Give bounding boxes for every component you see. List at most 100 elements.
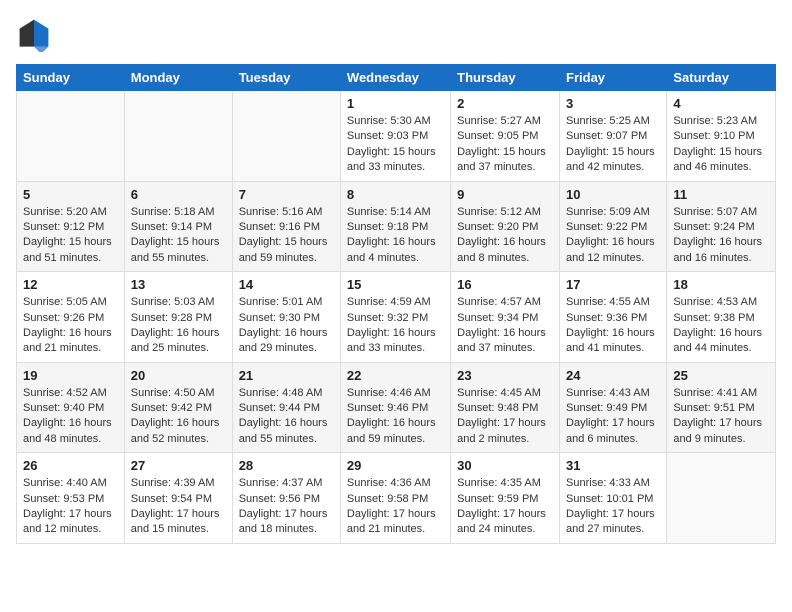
day-number: 30	[457, 458, 553, 473]
day-info-line: and 42 minutes.	[566, 160, 660, 175]
day-of-week-header: Tuesday	[232, 65, 340, 91]
day-info-line: and 37 minutes.	[457, 160, 553, 175]
calendar-cell: 28Sunrise: 4:37 AMSunset: 9:56 PMDayligh…	[232, 453, 340, 544]
day-info-line: Sunset: 9:44 PM	[239, 401, 334, 416]
day-info-line: Sunset: 9:46 PM	[347, 401, 444, 416]
day-number: 22	[347, 368, 444, 383]
day-of-week-header: Friday	[560, 65, 667, 91]
day-info-line: and 33 minutes.	[347, 160, 444, 175]
day-info-line: and 21 minutes.	[23, 341, 118, 356]
calendar-cell: 11Sunrise: 5:07 AMSunset: 9:24 PMDayligh…	[667, 181, 776, 272]
day-info-line: Sunset: 9:28 PM	[131, 311, 226, 326]
day-number: 2	[457, 96, 553, 111]
day-info-line: and 51 minutes.	[23, 251, 118, 266]
day-info-line: Sunrise: 4:36 AM	[347, 476, 444, 491]
day-number: 26	[23, 458, 118, 473]
day-info-line: and 15 minutes.	[131, 522, 226, 537]
calendar-week-row: 26Sunrise: 4:40 AMSunset: 9:53 PMDayligh…	[17, 453, 776, 544]
day-number: 10	[566, 187, 660, 202]
logo-icon	[16, 16, 52, 52]
day-info-line: Sunrise: 5:07 AM	[673, 205, 769, 220]
day-info-line: and 16 minutes.	[673, 251, 769, 266]
day-info-line: Sunrise: 5:23 AM	[673, 114, 769, 129]
day-info-line: Sunset: 9:36 PM	[566, 311, 660, 326]
day-info-line: Sunset: 9:40 PM	[23, 401, 118, 416]
calendar-cell	[667, 453, 776, 544]
day-info-line: Daylight: 16 hours	[566, 326, 660, 341]
calendar-cell: 6Sunrise: 5:18 AMSunset: 9:14 PMDaylight…	[124, 181, 232, 272]
calendar-cell: 31Sunrise: 4:33 AMSunset: 10:01 PMDaylig…	[560, 453, 667, 544]
day-info-line: Sunset: 9:51 PM	[673, 401, 769, 416]
logo	[16, 16, 56, 52]
day-info-line: Sunset: 9:20 PM	[457, 220, 553, 235]
day-info-line: Sunset: 9:48 PM	[457, 401, 553, 416]
day-info-line: Sunset: 9:59 PM	[457, 492, 553, 507]
day-info-line: Daylight: 15 hours	[239, 235, 334, 250]
day-info-line: Sunrise: 5:27 AM	[457, 114, 553, 129]
day-info-line: Daylight: 16 hours	[239, 326, 334, 341]
day-info-line: Sunset: 10:01 PM	[566, 492, 660, 507]
calendar-cell: 14Sunrise: 5:01 AMSunset: 9:30 PMDayligh…	[232, 272, 340, 363]
day-number: 23	[457, 368, 553, 383]
day-info-line: and 8 minutes.	[457, 251, 553, 266]
day-info-line: Sunrise: 4:41 AM	[673, 386, 769, 401]
day-info-line: Daylight: 15 hours	[566, 145, 660, 160]
day-info-line: Sunrise: 5:03 AM	[131, 295, 226, 310]
day-info-line: Daylight: 16 hours	[239, 416, 334, 431]
day-info-line: Sunrise: 4:35 AM	[457, 476, 553, 491]
calendar-cell: 17 Sunrise: 4:55 AMSunset: 9:36 PMDayligh…	[560, 272, 667, 363]
day-of-week-header: Sunday	[17, 65, 125, 91]
day-info-line: Sunset: 9:38 PM	[673, 311, 769, 326]
day-info-line: Sunrise: 4:53 AM	[673, 295, 769, 310]
day-info-line: Sunset: 9:22 PM	[566, 220, 660, 235]
day-info-line: Sunrise: 4:48 AM	[239, 386, 334, 401]
day-info-line: Daylight: 15 hours	[347, 145, 444, 160]
calendar-cell: 10Sunrise: 5:09 AMSunset: 9:22 PMDayligh…	[560, 181, 667, 272]
day-info-line: Daylight: 16 hours	[457, 326, 553, 341]
day-number: 11	[673, 187, 769, 202]
day-info-line: Daylight: 16 hours	[347, 235, 444, 250]
day-info-line: and 44 minutes.	[673, 341, 769, 356]
calendar-cell	[124, 91, 232, 182]
day-info-line: Daylight: 17 hours	[673, 416, 769, 431]
calendar-cell: 12Sunrise: 5:05 AMSunset: 9:26 PMDayligh…	[17, 272, 125, 363]
day-info-line: Sunset: 9:30 PM	[239, 311, 334, 326]
day-info-line: Sunset: 9:54 PM	[131, 492, 226, 507]
day-info-line: and 27 minutes.	[566, 522, 660, 537]
day-info-line: Sunset: 9:32 PM	[347, 311, 444, 326]
calendar-cell: 27Sunrise: 4:39 AMSunset: 9:54 PMDayligh…	[124, 453, 232, 544]
day-info-line: and 52 minutes.	[131, 432, 226, 447]
day-number: 18	[673, 277, 769, 292]
day-info-line: Sunrise: 4:33 AM	[566, 476, 660, 491]
day-number: 15	[347, 277, 444, 292]
day-info-line: Sunrise: 4:55 AM	[566, 295, 660, 310]
day-info-line: Sunset: 9:07 PM	[566, 129, 660, 144]
day-info-line: Sunrise: 4:46 AM	[347, 386, 444, 401]
day-number: 17	[566, 277, 660, 292]
day-number: 14	[239, 277, 334, 292]
day-info-line: Sunrise: 4:40 AM	[23, 476, 118, 491]
day-info-line: Sunrise: 4:50 AM	[131, 386, 226, 401]
day-of-week-header: Saturday	[667, 65, 776, 91]
day-info-line: and 41 minutes.	[566, 341, 660, 356]
calendar-cell: 30Sunrise: 4:35 AMSunset: 9:59 PMDayligh…	[451, 453, 560, 544]
calendar-cell: 23 Sunrise: 4:45 AMSunset: 9:48 PMDayligh…	[451, 362, 560, 453]
day-number: 20	[131, 368, 226, 383]
day-number: 25	[673, 368, 769, 383]
calendar-cell: 7Sunrise: 5:16 AMSunset: 9:16 PMDaylight…	[232, 181, 340, 272]
calendar-cell: 2Sunrise: 5:27 AMSunset: 9:05 PMDaylight…	[451, 91, 560, 182]
day-info-line: Sunset: 9:05 PM	[457, 129, 553, 144]
day-number: 9	[457, 187, 553, 202]
day-info-line: and 37 minutes.	[457, 341, 553, 356]
day-of-week-header: Thursday	[451, 65, 560, 91]
day-info-line: and 55 minutes.	[239, 432, 334, 447]
page-header	[16, 16, 776, 52]
day-info-line: Daylight: 17 hours	[457, 416, 553, 431]
day-info-line: Sunrise: 4:45 AM	[457, 386, 553, 401]
day-info-line: Daylight: 16 hours	[673, 235, 769, 250]
calendar-week-row: 19Sunrise: 4:52 AMSunset: 9:40 PMDayligh…	[17, 362, 776, 453]
day-info-line: Daylight: 17 hours	[566, 416, 660, 431]
day-number: 3	[566, 96, 660, 111]
day-number: 1	[347, 96, 444, 111]
calendar-cell: 5Sunrise: 5:20 AMSunset: 9:12 PMDaylight…	[17, 181, 125, 272]
